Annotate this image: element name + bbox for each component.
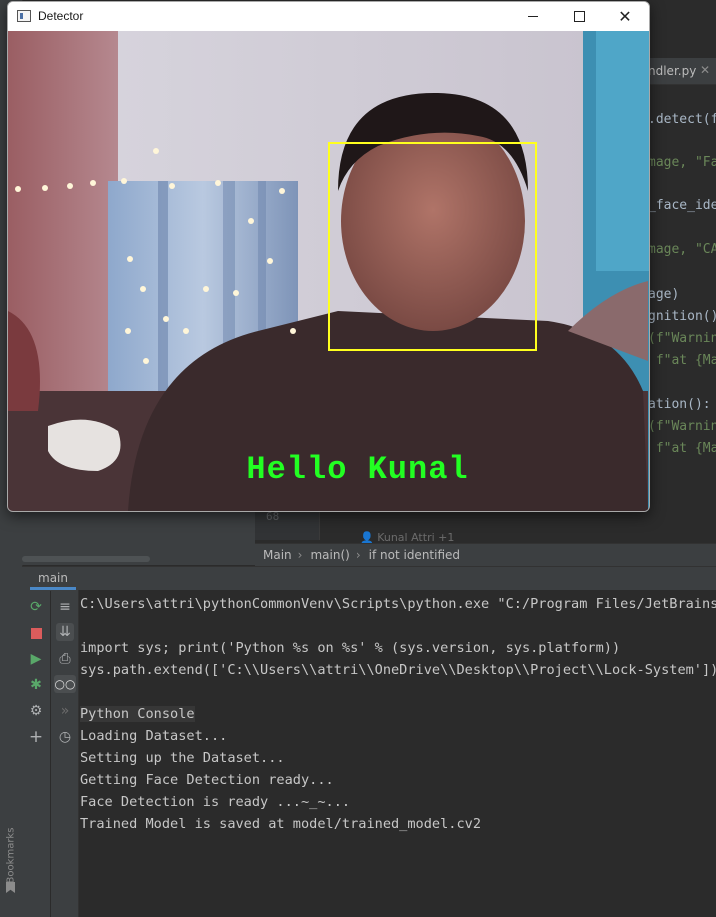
console-line: Face Detection is ready ...~_~... <box>80 794 351 810</box>
console-line: Trained Model is saved at model/trained_… <box>80 816 482 832</box>
code-fragment: age) <box>648 287 680 302</box>
glasses-icon[interactable]: ○○ <box>54 675 76 693</box>
tab-main[interactable]: main <box>30 566 76 590</box>
settings-icon[interactable]: ⚙ <box>27 702 45 720</box>
run-toolbar-right: ≡ ⇊ ⎙ ○○ » ◷ <box>51 590 79 917</box>
close-icon[interactable]: ✕ <box>700 63 710 77</box>
code-fragment: _face_ide <box>648 198 716 213</box>
soft-wrap-icon[interactable]: ≡ <box>56 598 74 616</box>
code-fragment: mage, "CA <box>648 242 716 257</box>
horizontal-scrollbar[interactable] <box>22 556 150 562</box>
print-icon[interactable]: ⎙ <box>56 650 74 668</box>
minimize-icon <box>528 16 538 17</box>
code-fragment: .detect(f <box>648 112 716 127</box>
console-line: sys.path.extend(['C:\\Users\\attri\\OneD… <box>80 662 716 678</box>
console-label: Python Console <box>80 706 195 722</box>
code-fragment: gnition() <box>648 309 716 324</box>
editor-tab-label: ndler.py <box>648 64 697 78</box>
console-line: Loading Dataset... <box>80 728 228 744</box>
run-icon[interactable]: ▶ <box>27 650 45 668</box>
face-detection-box <box>328 142 537 351</box>
scroll-to-end-icon[interactable]: ⇊ <box>56 623 74 641</box>
maximize-icon <box>573 11 585 22</box>
bookmarks-tool-tab[interactable]: Bookmarks <box>2 820 20 900</box>
add-icon[interactable]: + <box>27 727 45 747</box>
code-fragment: f"at {Ma <box>648 441 716 456</box>
code-fragment: (f"Warnin <box>648 331 716 346</box>
stop-icon[interactable] <box>27 624 45 642</box>
close-icon: ✕ <box>618 7 632 26</box>
detector-window[interactable]: Detector ✕ Hello Kunal <box>7 1 650 512</box>
app-icon <box>17 10 31 22</box>
breadcrumb: Main › main() › if not identified <box>255 543 716 566</box>
chevron-right-icon: › <box>355 548 361 562</box>
maximize-button[interactable] <box>556 2 602 31</box>
console-line: Setting up the Dataset... <box>80 750 285 766</box>
breadcrumb-item-function[interactable]: main() <box>310 548 349 562</box>
chevron-right-icon: › <box>297 548 303 562</box>
breadcrumb-item-main[interactable]: Main <box>263 548 292 562</box>
history-icon[interactable]: ◷ <box>56 728 74 746</box>
code-fragment: ation(): <box>648 397 711 412</box>
close-button[interactable]: ✕ <box>602 2 648 31</box>
console-line: import sys; print('Python %s on %s' % (s… <box>80 640 621 656</box>
code-fragment: mage, "Fa <box>648 155 716 170</box>
bookmark-icon <box>6 882 15 893</box>
console-line: C:\Users\attri\pythonCommonVenv\Scripts\… <box>80 596 716 612</box>
forward-icon: » <box>60 703 70 719</box>
run-panel-header <box>22 566 716 591</box>
recognition-label: Hello Kunal <box>246 451 469 488</box>
bookmarks-label: Bookmarks <box>5 827 17 884</box>
code-fragment: (f"Warnin <box>648 419 716 434</box>
rerun-icon[interactable]: ⟳ <box>27 598 45 616</box>
camera-feed: Hello Kunal <box>8 31 649 511</box>
debug-icon[interactable]: ✱ <box>27 676 45 694</box>
window-title: Detector <box>38 9 84 23</box>
console-line: Getting Face Detection ready... <box>80 772 334 788</box>
minimize-button[interactable] <box>510 2 556 31</box>
title-bar[interactable]: Detector ✕ <box>8 2 649 31</box>
breadcrumb-item-block[interactable]: if not identified <box>369 548 460 562</box>
run-toolbar-left: ⟳ ▶ ✱ ⚙ + <box>22 590 50 917</box>
code-fragment: f"at {Ma <box>648 353 716 368</box>
